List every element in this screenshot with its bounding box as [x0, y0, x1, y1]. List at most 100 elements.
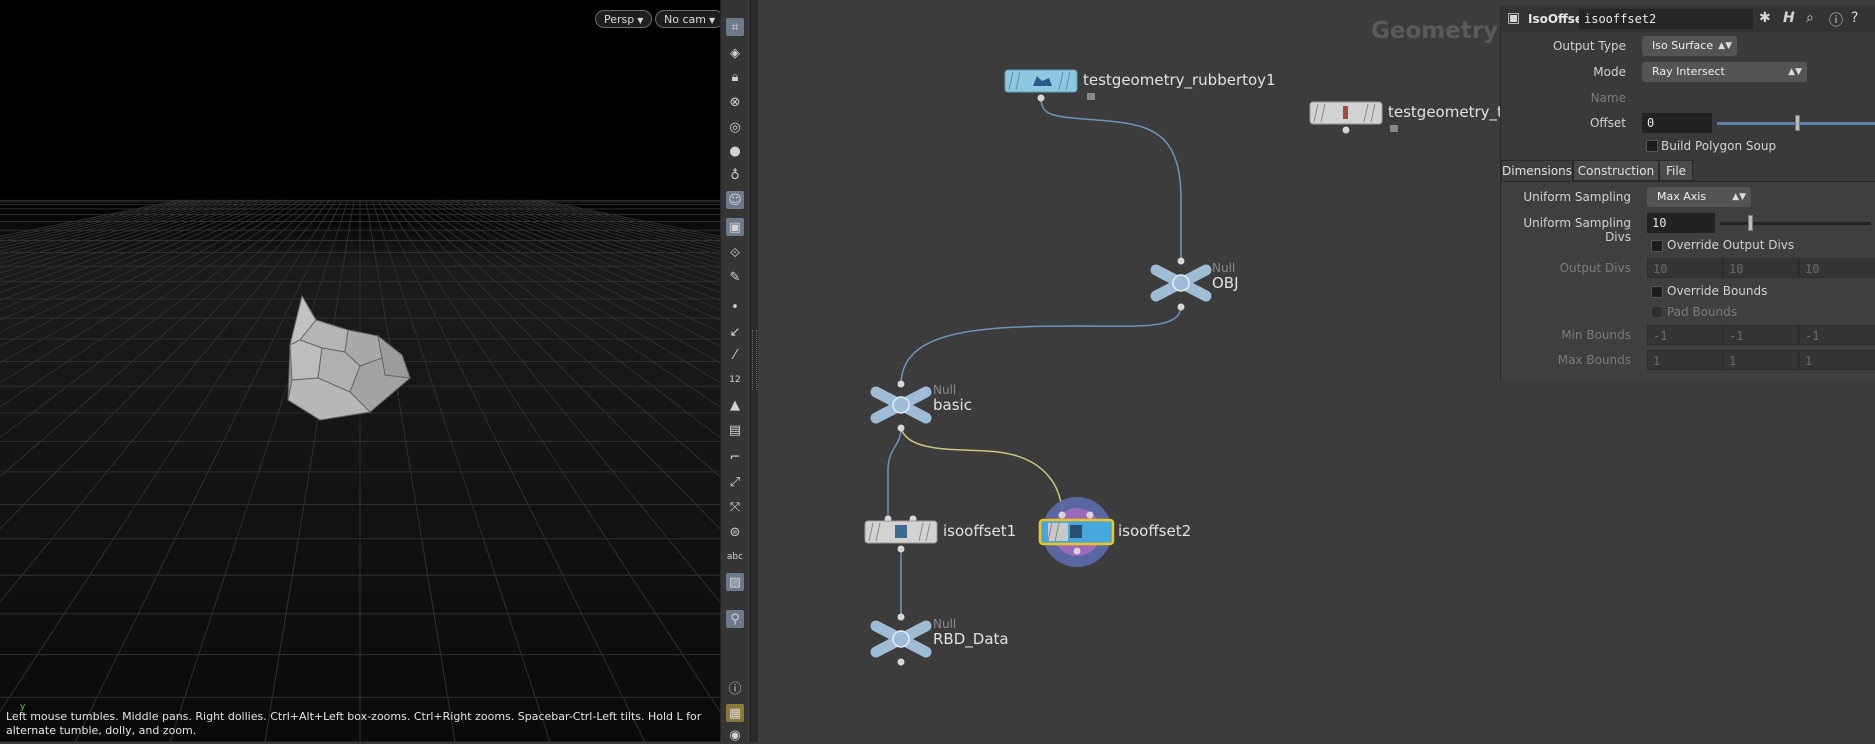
handle-icon[interactable]: ⟐ — [726, 244, 744, 262]
eye-icon[interactable]: ◉ — [726, 726, 744, 744]
bulb-icon[interactable]: ♁ — [726, 166, 744, 184]
display-icon[interactable]: ◎ — [726, 118, 744, 136]
uniform-sampling-divs-slider[interactable] — [1720, 222, 1871, 225]
node-rubbertoy[interactable] — [1004, 69, 1095, 102]
node-isooffset1-name: isooffset1 — [943, 522, 1017, 540]
node-isooffset2[interactable] — [1038, 497, 1115, 567]
render-icon[interactable]: ▣ — [726, 218, 744, 236]
brush-icon[interactable]: ✎ — [726, 268, 744, 286]
viewport-hint-text: Left mouse tumbles. Middle pans. Right d… — [6, 710, 702, 737]
point-icon[interactable]: • — [726, 298, 744, 316]
node-testgeometry-tor[interactable] — [1309, 101, 1398, 134]
min-bounds-label: Min Bounds — [1561, 328, 1631, 342]
chevron-updown-icon: ▲▼ — [1788, 67, 1802, 77]
uniform-sampling-menu[interactable]: Max Axis ▲▼ — [1647, 187, 1751, 207]
lock-icon[interactable]: 🔒︎ — [726, 68, 744, 86]
output-divs-y: 10 — [1723, 258, 1799, 278]
camera-icon[interactable]: ☺ — [726, 191, 744, 209]
viewport-canvas[interactable] — [0, 0, 720, 742]
search-icon[interactable]: ⌕ — [1806, 10, 1814, 26]
max-bounds-x: 1 — [1647, 350, 1723, 370]
help-h-icon[interactable]: H — [1783, 10, 1795, 26]
camera-select-menu[interactable]: No cam ▼ — [655, 10, 720, 28]
name-label: Name — [1590, 91, 1626, 105]
uniform-sampling-value: Max Axis — [1657, 190, 1707, 203]
layout-icon[interactable]: ▦ — [726, 704, 744, 722]
pad-bounds-label: Pad Bounds — [1667, 305, 1738, 319]
output-type-value: Iso Surface — [1652, 39, 1714, 52]
param-header: ▣ IsoOffset isooffset2 ✱ H ⌕ ⓘ ? — [1501, 6, 1875, 32]
gear-icon[interactable]: ✱ — [1759, 10, 1771, 26]
node-name-field[interactable]: isooffset2 — [1579, 9, 1753, 29]
figure-icon — [1343, 106, 1348, 119]
paint-icon[interactable]: ▲ — [726, 396, 744, 414]
node-basic-type: Null — [933, 383, 957, 397]
viewport-toolbar: ⌗ ◈ 🔒︎ ⊗ ◎ ● ♁ ☺ ▣ ⟐ ✎ • ↙ ⁄ 12 ▲ ▤ ⌐ ⤢ … — [720, 0, 749, 744]
chevron-updown-icon: ▲▼ — [1718, 41, 1732, 51]
help-icon[interactable]: ? — [1851, 10, 1858, 26]
info-icon[interactable]: ⓘ — [726, 678, 744, 697]
override-output-divs-checkbox[interactable] — [1651, 240, 1663, 252]
tab-construction[interactable]: Construction — [1573, 160, 1659, 181]
text-icon[interactable]: abc — [726, 548, 744, 566]
max-bounds-label: Max Bounds — [1557, 353, 1631, 367]
lock-icon — [1087, 93, 1095, 100]
node-type-icon: ▣ — [1507, 10, 1521, 26]
override-bounds-label: Override Bounds — [1667, 284, 1768, 298]
build-polygon-soup-label: Build Polygon Soup — [1661, 139, 1777, 153]
transform-icon[interactable]: ⤢ — [726, 473, 744, 491]
curve-icon[interactable]: ⌐ — [726, 448, 744, 466]
uniform-sampling-divs-label: Uniform Sampling Divs — [1523, 216, 1631, 244]
bone-icon[interactable]: ⤧ — [726, 498, 744, 516]
divider-grip[interactable] — [752, 330, 757, 390]
node-basic-name: basic — [933, 396, 972, 414]
knife-icon[interactable]: ⁄ — [726, 346, 744, 364]
number-icon[interactable]: 12 — [726, 371, 744, 389]
uniform-sampling-divs-field[interactable]: 10 — [1647, 213, 1715, 233]
wire-basic-isooffset2 — [900, 427, 1063, 516]
image-icon[interactable]: ▨ — [726, 573, 744, 591]
node-rbd-data[interactable] — [870, 613, 932, 666]
chevron-down-icon: ▼ — [708, 16, 716, 25]
sculpt-icon[interactable]: ▤ — [726, 421, 744, 439]
wire-basic-isooffset1 — [887, 427, 902, 520]
min-bounds-z: -1 — [1799, 325, 1875, 345]
wire-obj-basic — [900, 305, 1182, 386]
offset-field[interactable]: 0 — [1642, 113, 1712, 133]
offset-label: Offset — [1589, 116, 1626, 130]
uniform-sampling-divs-handle[interactable] — [1748, 215, 1754, 231]
offset-slider-handle[interactable] — [1794, 115, 1800, 131]
node-obj[interactable] — [1150, 257, 1212, 311]
pad-bounds-checkbox — [1651, 306, 1663, 318]
view-icon[interactable]: ◈ — [726, 44, 744, 62]
mode-value: Ray Intersect — [1652, 65, 1725, 78]
output-type-menu[interactable]: Iso Surface ▲▼ — [1642, 36, 1737, 56]
node-isooffset2-name: isooffset2 — [1118, 522, 1192, 540]
scene-viewport[interactable]: Persp ▼ No cam ▼ y Left mouse tumbles. Mid… — [0, 0, 720, 742]
select-icon[interactable]: ⌗ — [726, 18, 744, 36]
chevron-down-icon: ▼ — [637, 16, 644, 25]
mode-menu[interactable]: Ray Intersect ▲▼ — [1642, 62, 1807, 82]
node-obj-type: Null — [1212, 261, 1236, 275]
parameter-pane: ▣ IsoOffset isooffset2 ✱ H ⌕ ⓘ ? Output … — [1500, 6, 1875, 381]
node-isooffset1[interactable] — [864, 515, 938, 553]
output-divs-z: 10 — [1799, 258, 1875, 278]
min-bounds-y: -1 — [1723, 325, 1799, 345]
node-basic[interactable] — [870, 380, 932, 432]
min-bounds-x: -1 — [1647, 325, 1723, 345]
tab-dimensions[interactable]: Dimensions — [1501, 160, 1573, 181]
info-icon[interactable]: ⓘ — [1829, 10, 1843, 30]
box-icon[interactable]: ⊜ — [726, 523, 744, 541]
snap-icon[interactable]: ⊗ — [726, 93, 744, 111]
node-rubbertoy-name: testgeometry_rubbertoy1 — [1083, 71, 1276, 89]
light-icon[interactable]: ● — [726, 142, 744, 160]
tab-file[interactable]: File — [1659, 160, 1693, 181]
node-rbd-type: Null — [933, 617, 957, 631]
override-output-divs-label: Override Output Divs — [1667, 238, 1795, 252]
camera-persp-menu[interactable]: Persp ▼ — [595, 10, 653, 28]
override-bounds-checkbox[interactable] — [1651, 286, 1663, 298]
edge-icon[interactable]: ↙ — [726, 323, 744, 341]
build-polygon-soup-checkbox[interactable] — [1646, 140, 1658, 152]
camera-persp-label: Persp — [604, 13, 635, 26]
pin-icon[interactable]: ⚲ — [726, 610, 744, 628]
